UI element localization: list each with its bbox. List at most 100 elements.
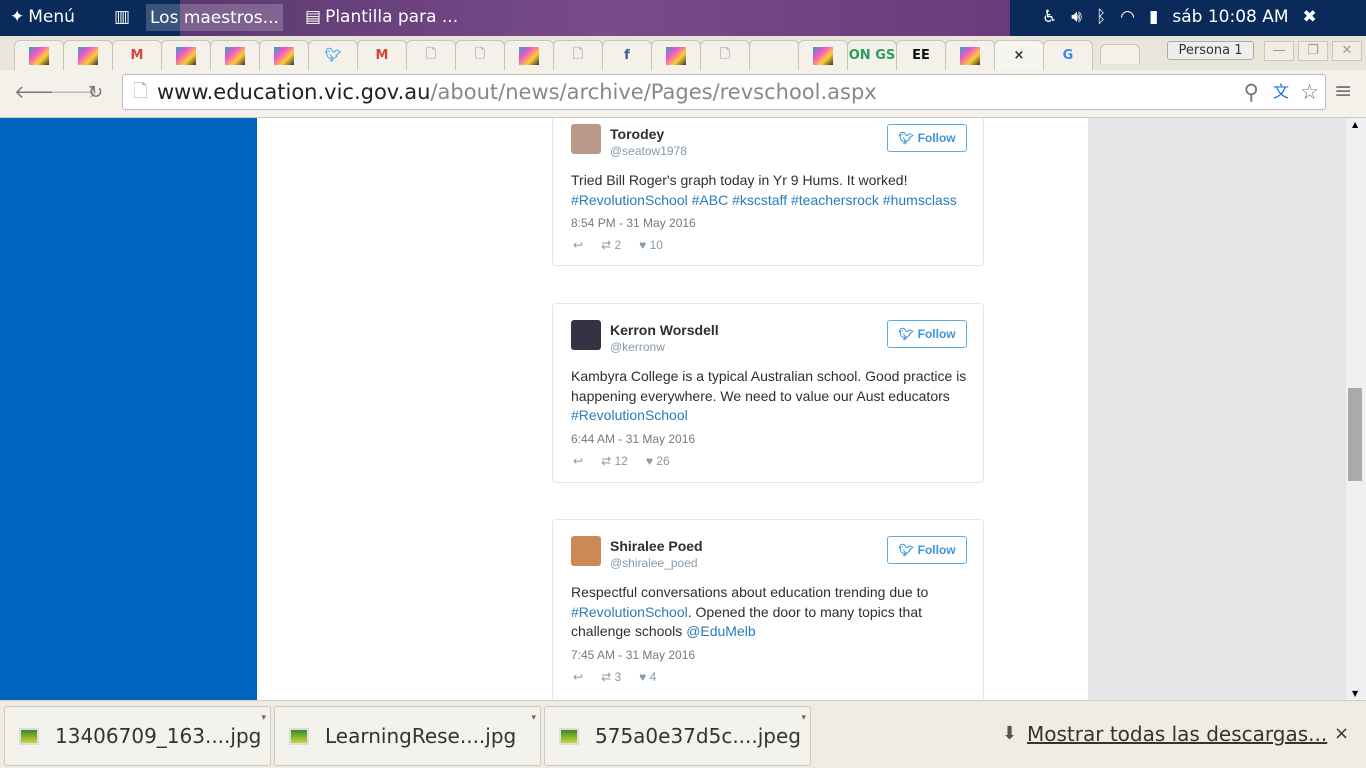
page-icon: 🗋 bbox=[719, 46, 731, 62]
tweet-text: Tried Bill Roger's graph today in Yr 9 H… bbox=[571, 171, 971, 210]
follow-button[interactable]: 🐦︎ Follow bbox=[887, 536, 967, 564]
ee-icon: EE bbox=[912, 48, 930, 63]
dropdown-icon[interactable]: ▾ bbox=[801, 713, 806, 723]
restore-button[interactable]: ❐ bbox=[1298, 41, 1328, 61]
tab[interactable] bbox=[651, 40, 701, 70]
tab[interactable]: 🗋 bbox=[553, 40, 603, 70]
wifi-icon[interactable]: ◠ bbox=[1120, 7, 1135, 27]
reply-icon[interactable]: ↩ bbox=[573, 238, 583, 252]
close-downloads-button[interactable]: × bbox=[1334, 723, 1349, 744]
power-icon[interactable]: ✖ bbox=[1303, 7, 1317, 27]
tab[interactable]: f bbox=[602, 40, 652, 70]
page-icon: 🗋 bbox=[133, 81, 148, 102]
clock[interactable]: sáb 10:08 AM bbox=[1172, 7, 1288, 27]
tweet-timestamp[interactable]: 7:45 AM - 31 May 2016 bbox=[571, 648, 695, 662]
tab[interactable]: 🗋 bbox=[455, 40, 505, 70]
reply-icon[interactable]: ↩ bbox=[573, 670, 583, 684]
download-item[interactable]: 575a0e37d5c....jpeg ▾ bbox=[544, 706, 811, 766]
show-all-downloads-link[interactable]: Mostrar todas las descargas... bbox=[1027, 722, 1327, 746]
dropdown-icon[interactable]: ▾ bbox=[531, 713, 536, 723]
like-button[interactable]: ♥ 26 bbox=[646, 454, 670, 468]
tab[interactable]: 🗋 bbox=[406, 40, 456, 70]
tab[interactable]: M bbox=[112, 40, 162, 70]
accessibility-icon[interactable]: ♿ bbox=[1042, 7, 1057, 27]
follow-button[interactable]: 🐦︎ Follow bbox=[887, 320, 967, 348]
avatar[interactable] bbox=[571, 536, 601, 566]
download-item[interactable]: LearningRese....jpg ▾ bbox=[274, 706, 541, 766]
hashtag-link[interactable]: #RevolutionSchool bbox=[571, 407, 688, 423]
tab[interactable] bbox=[161, 40, 211, 70]
menu-hamburger-icon[interactable]: ≡ bbox=[1334, 79, 1352, 104]
tweet-timestamp[interactable]: 8:54 PM - 31 May 2016 bbox=[571, 216, 696, 230]
hashtag-link[interactable]: #RevolutionSchool #ABC #kscstaff #teache… bbox=[571, 192, 957, 208]
address-bar[interactable]: 🗋 www.education.vic.gov.au/about/news/ar… bbox=[122, 74, 1326, 110]
tab[interactable] bbox=[14, 40, 64, 70]
tweet-text: Kambyra College is a typical Australian … bbox=[571, 367, 971, 426]
show-desktop-icon[interactable]: ▥ bbox=[114, 7, 130, 27]
reload-button[interactable]: ↻ bbox=[88, 82, 103, 103]
menu-button[interactable]: ✦ Menú bbox=[10, 7, 75, 27]
download-filename: 13406709_163....jpg bbox=[55, 724, 262, 748]
image-file-icon bbox=[289, 727, 309, 745]
new-tab-button[interactable] bbox=[1100, 44, 1140, 64]
scrollbar[interactable]: ▲ ▼ bbox=[1346, 118, 1366, 700]
tab[interactable]: 🐦︎ bbox=[308, 40, 358, 70]
hashtag-link[interactable]: #RevolutionSchool bbox=[571, 604, 688, 620]
dropdown-icon[interactable]: ▾ bbox=[261, 713, 266, 723]
google-icon: G bbox=[1062, 48, 1074, 63]
minimize-button[interactable]: — bbox=[1264, 41, 1294, 61]
tweet-actions: ↩ ⇄ 2 ♥ 10 bbox=[573, 238, 663, 252]
scroll-up-icon[interactable]: ▲ bbox=[1352, 120, 1358, 129]
scrollbar-thumb[interactable] bbox=[1348, 388, 1362, 481]
tweet-author-name[interactable]: Kerron Worsdell bbox=[610, 322, 719, 338]
tab[interactable] bbox=[63, 40, 113, 70]
tab[interactable] bbox=[749, 40, 799, 70]
tweet-author-name[interactable]: Shiralee Poed bbox=[610, 538, 703, 554]
taskbar-window-document[interactable]: ▤ Plantilla para ... bbox=[305, 7, 458, 27]
retweet-button[interactable]: ⇄ 12 bbox=[601, 454, 628, 468]
mention-link[interactable]: @EduMelb bbox=[686, 623, 755, 639]
follow-label: Follow bbox=[917, 327, 956, 341]
tweet-body: Tried Bill Roger's graph today in Yr 9 H… bbox=[571, 172, 908, 188]
system-panel: ✦ Menú ▥ Los maestros... ▤ Plantilla para … bbox=[0, 0, 1366, 36]
twitter-icon: 🐦︎ bbox=[324, 48, 342, 63]
reply-icon[interactable]: ↩ bbox=[573, 454, 583, 468]
tab[interactable] bbox=[259, 40, 309, 70]
tab[interactable]: EE bbox=[896, 40, 946, 70]
tweet-timestamp[interactable]: 6:44 AM - 31 May 2016 bbox=[571, 432, 695, 446]
retweet-button[interactable]: ⇄ 3 bbox=[601, 670, 621, 684]
tab[interactable] bbox=[945, 40, 995, 70]
like-button[interactable]: ♥ 10 bbox=[639, 238, 663, 252]
bookmark-star-icon[interactable]: ☆ bbox=[1300, 75, 1319, 109]
follow-button[interactable]: 🐦︎ Follow bbox=[887, 124, 967, 152]
tweet-author-handle[interactable]: @shiralee_poed bbox=[610, 556, 698, 570]
taskbar-window-chrome[interactable]: Los maestros... bbox=[146, 4, 283, 31]
tab[interactable]: × bbox=[994, 40, 1044, 70]
tweet-author-handle[interactable]: @kerronw bbox=[610, 340, 665, 354]
download-item[interactable]: 13406709_163....jpg ▾ bbox=[4, 706, 271, 766]
close-window-button[interactable]: ✕ bbox=[1332, 41, 1362, 61]
scroll-down-icon[interactable]: ▼ bbox=[1352, 689, 1358, 698]
download-filename: LearningRese....jpg bbox=[325, 724, 517, 748]
downloads-bar: 13406709_163....jpg ▾ LearningRese....jpg… bbox=[0, 700, 1366, 768]
profile-button[interactable]: Persona 1 bbox=[1167, 41, 1254, 60]
battery-icon[interactable]: ▮ bbox=[1149, 7, 1158, 27]
avatar[interactable] bbox=[571, 320, 601, 350]
tweet-author-name[interactable]: Torodey bbox=[610, 126, 664, 142]
bluetooth-icon[interactable]: ᛒ bbox=[1096, 7, 1106, 27]
tab[interactable] bbox=[504, 40, 554, 70]
tab[interactable]: M bbox=[357, 40, 407, 70]
tab[interactable]: ON GS bbox=[847, 40, 897, 70]
zoom-icon[interactable]: ⚲ bbox=[1244, 75, 1259, 109]
translate-icon[interactable]: 文 bbox=[1273, 75, 1289, 109]
tweet-author-handle[interactable]: @seatow1978 bbox=[610, 144, 687, 158]
volume-icon[interactable]: 🔊︎ bbox=[1071, 7, 1082, 27]
retweet-button[interactable]: ⇄ 2 bbox=[601, 238, 621, 252]
tweet-actions: ↩ ⇄ 3 ♥ 4 bbox=[573, 670, 656, 684]
tab[interactable]: 🗋 bbox=[700, 40, 750, 70]
tab[interactable]: G bbox=[1043, 40, 1093, 70]
tab[interactable] bbox=[210, 40, 260, 70]
avatar[interactable] bbox=[571, 124, 601, 154]
tab[interactable] bbox=[798, 40, 848, 70]
like-button[interactable]: ♥ 4 bbox=[639, 670, 656, 684]
